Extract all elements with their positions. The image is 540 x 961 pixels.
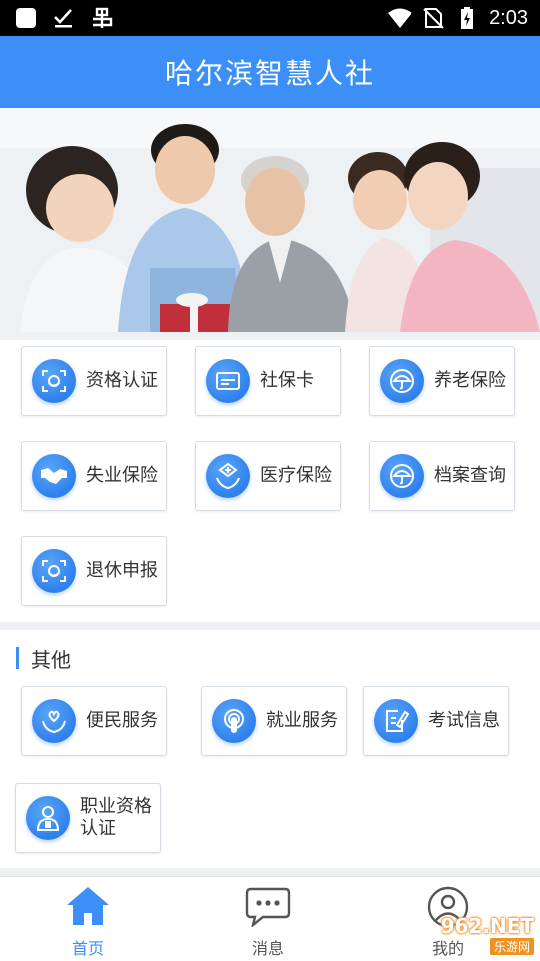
watermark: 962.NET 乐游网 — [404, 914, 534, 955]
other-section: 其他 便民服务 就业服务 考试信息 职业资格认证 — [0, 630, 540, 868]
face-scan-icon — [32, 549, 76, 593]
other-employment-services[interactable]: 就业服务 — [201, 686, 347, 756]
service-label: 失业保险 — [86, 465, 158, 486]
person-badge-icon — [26, 796, 70, 840]
nav-messages[interactable]: 消息 — [218, 885, 318, 959]
umbrella-icon — [380, 454, 424, 498]
service-pension-insurance[interactable]: 养老保险 — [369, 346, 515, 416]
battery-charging-icon — [455, 6, 479, 30]
card-icon — [206, 359, 250, 403]
section-title: 其他 — [31, 647, 71, 672]
banner-image[interactable] — [0, 108, 540, 332]
service-label: 档案查询 — [434, 465, 506, 486]
chat-bubble-icon — [245, 887, 291, 929]
bug-icon — [90, 6, 114, 30]
section-header: 其他 — [16, 646, 71, 672]
section-accent-bar — [16, 647, 19, 669]
medical-cross-icon — [206, 454, 250, 498]
service-label: 职业资格认证 — [80, 796, 152, 839]
home-icon — [67, 887, 109, 925]
status-bar: 2:03 — [0, 0, 540, 36]
nav-label: 消息 — [251, 939, 284, 958]
services-section: 资格认证 社保卡 养老保险 失业保险 医疗保险 档案查询 退休申报 — [0, 340, 540, 622]
face-scan-icon — [32, 359, 76, 403]
page-title: 哈尔滨智慧人社 — [164, 57, 375, 90]
clock: 2:03 — [489, 6, 528, 29]
handshake-icon — [32, 454, 76, 498]
service-label: 考试信息 — [428, 710, 500, 731]
other-convenience-services[interactable]: 便民服务 — [21, 686, 167, 756]
wifi-icon — [387, 6, 412, 30]
watermark-line2: 乐游网 — [489, 938, 534, 955]
other-exam-information[interactable]: 考试信息 — [363, 686, 509, 756]
umbrella-icon — [380, 359, 424, 403]
service-label: 资格认证 — [86, 370, 158, 391]
service-label: 医疗保险 — [260, 465, 332, 486]
service-unemployment-insurance[interactable]: 失业保险 — [21, 441, 167, 511]
nav-home[interactable]: 首页 — [38, 885, 138, 959]
service-label: 社保卡 — [260, 370, 314, 391]
edit-document-icon — [374, 699, 418, 743]
download-done-icon — [52, 6, 76, 30]
service-label: 就业服务 — [266, 710, 338, 731]
heart-hands-icon — [32, 699, 76, 743]
service-label: 退休申报 — [86, 560, 158, 581]
no-sim-icon — [421, 6, 445, 30]
podcast-icon — [212, 699, 256, 743]
service-label: 便民服务 — [86, 710, 158, 731]
app-header: 哈尔滨智慧人社 — [0, 36, 540, 108]
service-retirement-application[interactable]: 退休申报 — [21, 536, 167, 606]
app-icon — [14, 6, 38, 30]
other-vocational-qualification[interactable]: 职业资格认证 — [15, 783, 161, 853]
service-archive-query[interactable]: 档案查询 — [369, 441, 515, 511]
watermark-line1: 962.NET — [440, 914, 534, 938]
service-qualification-auth[interactable]: 资格认证 — [21, 346, 167, 416]
nav-label: 首页 — [71, 939, 104, 958]
service-label: 养老保险 — [434, 370, 506, 391]
service-medical-insurance[interactable]: 医疗保险 — [195, 441, 341, 511]
service-social-security-card[interactable]: 社保卡 — [195, 346, 341, 416]
